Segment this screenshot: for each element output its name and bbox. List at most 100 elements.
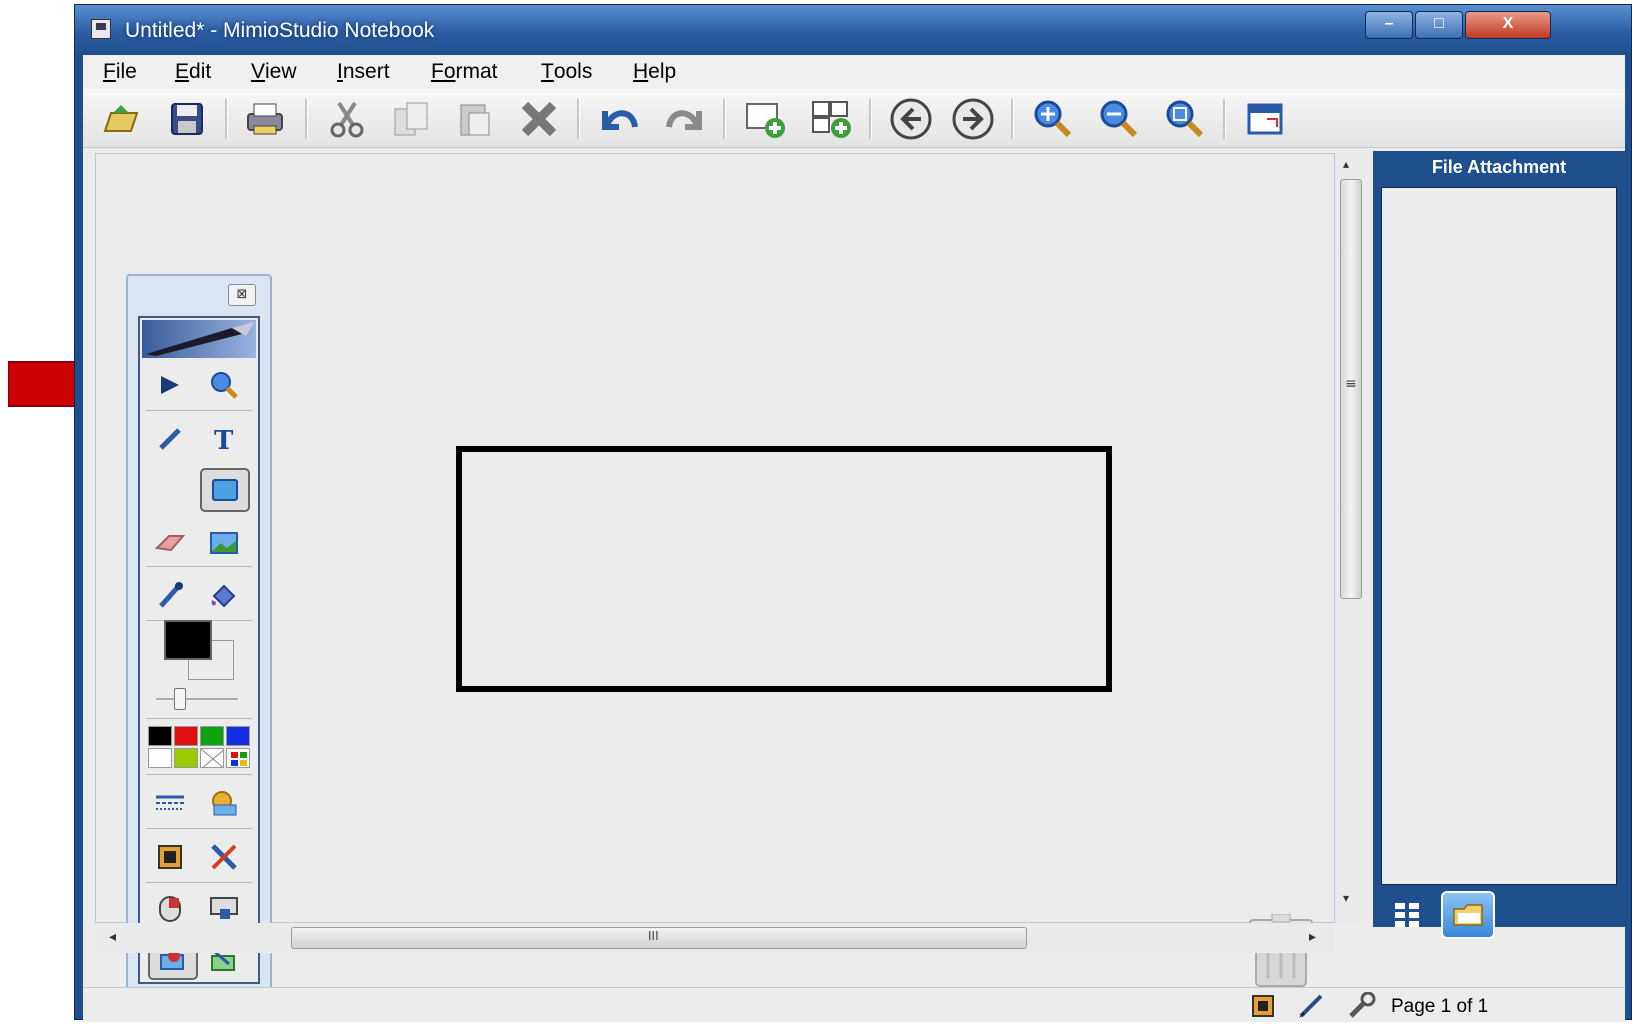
zoom-fit-button[interactable] bbox=[1163, 97, 1207, 141]
fill-tool[interactable] bbox=[202, 574, 246, 616]
menu-edit[interactable]: Edit bbox=[175, 60, 211, 84]
next-page-button[interactable] bbox=[951, 97, 995, 141]
ink-status-button[interactable] bbox=[1297, 992, 1327, 1024]
gallery-tool[interactable] bbox=[202, 782, 246, 824]
attachment-list[interactable] bbox=[1381, 187, 1617, 885]
mouse-icon bbox=[159, 896, 181, 922]
zoom-tool[interactable] bbox=[202, 364, 246, 406]
color-swatch-green[interactable] bbox=[200, 726, 224, 746]
scroll-up-arrow-icon[interactable]: ▴ bbox=[1343, 157, 1349, 171]
menu-insert[interactable]: Insert bbox=[337, 60, 390, 84]
previous-page-button[interactable] bbox=[889, 97, 933, 141]
toolbar-separator bbox=[1011, 99, 1014, 139]
toolbox-separator bbox=[146, 774, 252, 775]
window-view-button[interactable] bbox=[1243, 97, 1287, 141]
maximize-button[interactable]: □ bbox=[1415, 11, 1463, 39]
pen-icon bbox=[159, 428, 181, 450]
toolbar-separator bbox=[1223, 99, 1226, 139]
toolbox-panel: T bbox=[138, 316, 260, 984]
menu-view[interactable]: View bbox=[251, 60, 297, 84]
copy-button[interactable] bbox=[389, 97, 433, 141]
line-style-tool[interactable] bbox=[148, 782, 192, 824]
outline-color-swatch[interactable] bbox=[164, 620, 212, 660]
eraser-icon bbox=[154, 535, 186, 552]
pen-tool[interactable] bbox=[148, 418, 192, 460]
pen-icon bbox=[1299, 994, 1323, 1018]
status-bar: Page 1 of 1 bbox=[83, 987, 1625, 1022]
select-tool[interactable] bbox=[148, 364, 192, 406]
open-icon bbox=[103, 105, 139, 132]
app-window: Untitled* - MimioStudio Notebook – □ X F… bbox=[74, 4, 1632, 1022]
pointer-icon bbox=[161, 376, 179, 394]
color-swatch-blue[interactable] bbox=[226, 726, 250, 746]
title-bar[interactable]: Untitled* - MimioStudio Notebook – □ X bbox=[75, 5, 1631, 55]
settings-status-button[interactable] bbox=[1347, 991, 1377, 1024]
open-button[interactable] bbox=[99, 97, 143, 141]
vertical-scroll-thumb[interactable]: ≡ bbox=[1340, 179, 1362, 599]
color-swatch-white[interactable] bbox=[148, 748, 172, 768]
spotlight-icon bbox=[211, 844, 237, 870]
spotlight-tool[interactable] bbox=[202, 836, 246, 878]
zoom-out-button[interactable] bbox=[1097, 97, 1141, 141]
recorder-tool[interactable] bbox=[148, 836, 192, 878]
close-button[interactable]: X bbox=[1465, 11, 1551, 39]
paint-bucket-icon bbox=[211, 584, 236, 608]
toolbar-separator bbox=[225, 99, 228, 139]
duplicate-page-icon bbox=[812, 101, 851, 138]
whiteboard-canvas[interactable]: ⊠ T bbox=[95, 153, 1335, 992]
undo-button[interactable] bbox=[597, 97, 641, 141]
toolbox-close-button[interactable]: ⊠ bbox=[228, 284, 256, 306]
vertical-scrollbar[interactable]: ▴ ≡ ▾ bbox=[1335, 153, 1365, 923]
cut-button[interactable] bbox=[325, 97, 369, 141]
paste-button[interactable] bbox=[453, 97, 497, 141]
print-button[interactable] bbox=[243, 97, 287, 141]
rectangle-tool[interactable] bbox=[200, 468, 250, 512]
delete-icon bbox=[521, 101, 557, 137]
new-page-button[interactable] bbox=[743, 97, 787, 141]
menu-help[interactable]: Help bbox=[633, 60, 676, 84]
more-colors-icon[interactable] bbox=[226, 748, 250, 768]
toolbox-separator bbox=[146, 882, 252, 883]
thickness-slider-thumb[interactable] bbox=[174, 688, 186, 710]
image-tool[interactable] bbox=[202, 522, 246, 564]
drawing-toolbox[interactable]: ⊠ T bbox=[126, 274, 272, 992]
scroll-right-arrow-icon[interactable]: ▸ bbox=[1309, 929, 1316, 945]
duplicate-page-button[interactable] bbox=[809, 97, 853, 141]
horizontal-scroll-thumb[interactable]: III bbox=[291, 927, 1027, 949]
color-swatch-lime[interactable] bbox=[174, 748, 198, 768]
save-icon bbox=[171, 103, 203, 135]
toolbar-separator bbox=[723, 99, 726, 139]
menu-format[interactable]: Format bbox=[431, 60, 498, 84]
line-tool[interactable] bbox=[148, 470, 192, 512]
file-attachment-panel: File Attachment bbox=[1373, 151, 1625, 939]
minimize-button[interactable]: – bbox=[1365, 11, 1413, 39]
scroll-down-arrow-icon[interactable]: ▾ bbox=[1343, 891, 1349, 905]
scroll-left-arrow-icon[interactable]: ◂ bbox=[109, 929, 116, 945]
previous-page-icon bbox=[890, 98, 932, 140]
zoom-out-icon bbox=[1100, 100, 1138, 138]
eraser-tool[interactable] bbox=[148, 522, 192, 564]
attachments-tab[interactable] bbox=[1441, 891, 1495, 939]
recorder-status-button[interactable] bbox=[1251, 994, 1275, 1022]
text-tool[interactable]: T bbox=[202, 418, 246, 460]
color-swatch-red[interactable] bbox=[174, 726, 198, 746]
drawn-rectangle[interactable] bbox=[456, 446, 1112, 692]
no-color-icon[interactable] bbox=[200, 748, 224, 768]
zoom-in-button[interactable] bbox=[1031, 97, 1075, 141]
color-picker-tool[interactable] bbox=[148, 574, 192, 616]
redo-button[interactable] bbox=[663, 97, 707, 141]
save-button[interactable] bbox=[165, 97, 209, 141]
delete-button[interactable] bbox=[517, 97, 561, 141]
color-swatch-black[interactable] bbox=[148, 726, 172, 746]
thickness-slider-track[interactable] bbox=[156, 698, 238, 700]
menu-file[interactable]: File bbox=[103, 60, 137, 84]
eyedropper-icon bbox=[159, 582, 183, 608]
gallery-view-tab[interactable] bbox=[1389, 897, 1425, 933]
window-view-icon bbox=[1247, 103, 1283, 135]
main-toolbar bbox=[83, 89, 1625, 148]
screen-capture-icon bbox=[210, 897, 238, 919]
scroll-grip-icon: ≡ bbox=[1345, 376, 1357, 392]
menu-tools[interactable]: Tools bbox=[541, 60, 592, 84]
zoom-in-icon bbox=[1034, 100, 1072, 138]
horizontal-scrollbar[interactable]: ◂ III ▸ bbox=[95, 923, 1335, 953]
